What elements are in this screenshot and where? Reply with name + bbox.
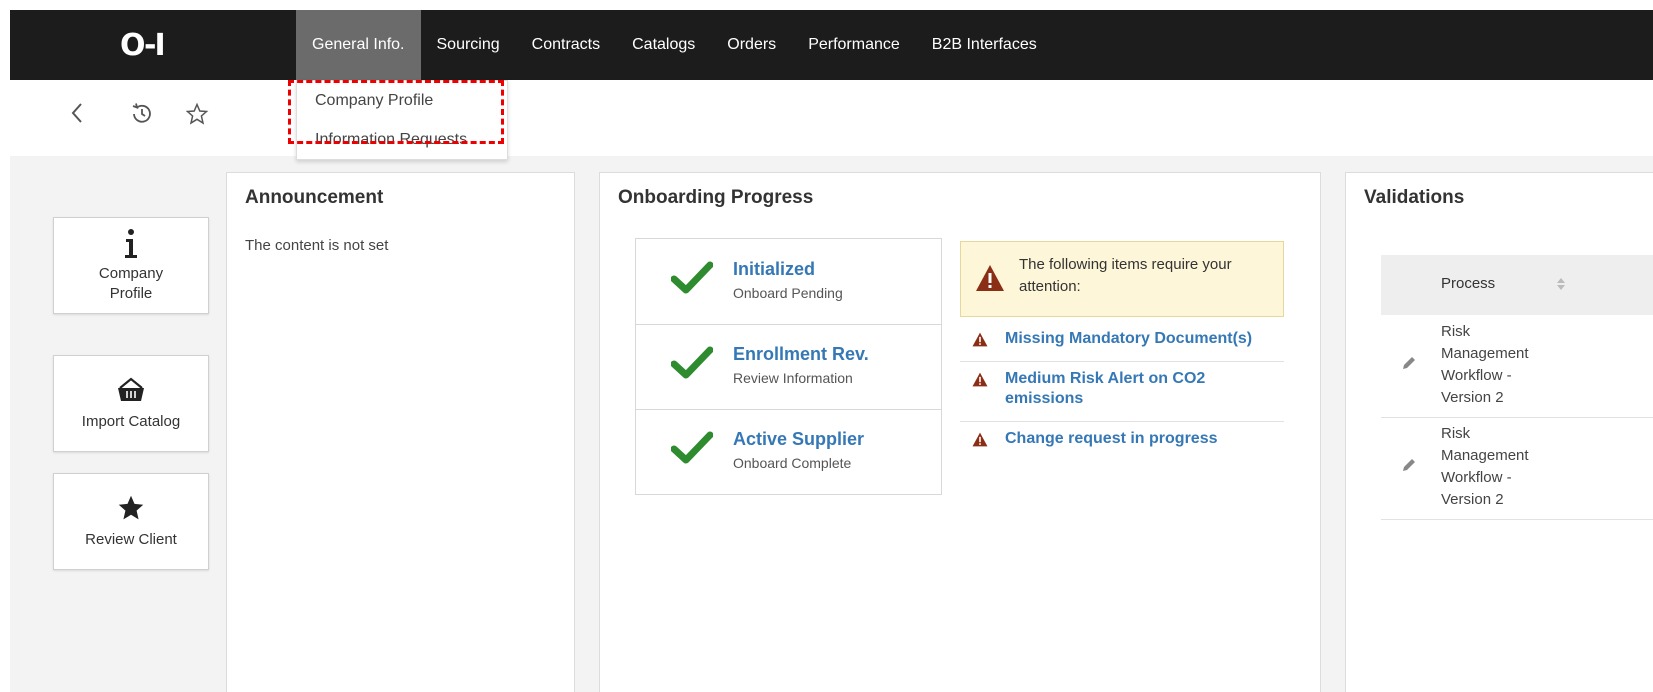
sort-icon[interactable] — [1556, 277, 1566, 294]
menu-item-company-profile[interactable]: Company Profile — [297, 81, 507, 120]
checkmark-icon — [670, 261, 714, 300]
nav-sourcing[interactable]: Sourcing — [421, 10, 516, 80]
attention-item-change-request[interactable]: Change request in progress — [960, 423, 1284, 461]
nav-general-info[interactable]: General Info. — [296, 10, 421, 80]
warning-icon — [972, 372, 988, 392]
attention-item-label[interactable]: Medium Risk Alert on CO2 emissions — [1005, 369, 1275, 409]
warning-icon — [972, 332, 988, 352]
attention-text: The following items require your attenti… — [1019, 256, 1232, 295]
step-subtitle: Onboard Complete — [733, 455, 852, 471]
history-icon[interactable] — [130, 102, 154, 133]
step-initialized: Initialized Onboard Pending — [636, 239, 941, 325]
import-catalog-tile[interactable]: Import Catalog — [53, 355, 209, 452]
step-active-supplier: Active Supplier Onboard Complete — [636, 409, 941, 494]
nav-performance[interactable]: Performance — [792, 10, 916, 80]
step-title[interactable]: Enrollment Rev. — [733, 344, 869, 365]
attention-item-label[interactable]: Change request in progress — [1005, 429, 1275, 449]
top-navigation-bar: O-I General Info. Sourcing Contracts Cat… — [10, 10, 1653, 80]
table-row[interactable]: Risk Management Workflow - Version 2 — [1381, 315, 1653, 418]
process-name: Risk Management Workflow - Version 2 — [1441, 425, 1529, 508]
general-info-dropdown: Company Profile Information Requests — [296, 80, 508, 160]
back-icon[interactable] — [70, 102, 84, 131]
main-nav: General Info. Sourcing Contracts Catalog… — [296, 10, 1053, 80]
announcement-title: Announcement — [245, 187, 384, 208]
star-icon — [54, 494, 208, 530]
step-enrollment-review: Enrollment Rev. Review Information — [636, 324, 941, 410]
process-name: Risk Management Workflow - Version 2 — [1441, 323, 1529, 406]
review-client-tile[interactable]: Review Client — [53, 473, 209, 570]
attention-item-label[interactable]: Missing Mandatory Document(s) — [1005, 329, 1275, 349]
step-title[interactable]: Initialized — [733, 259, 815, 280]
onboarding-steps: Initialized Onboard Pending Enrollment R… — [635, 238, 942, 495]
basket-icon — [54, 376, 208, 412]
column-header-process[interactable]: Process — [1441, 275, 1495, 292]
warning-icon — [975, 264, 1005, 297]
onboarding-title: Onboarding Progress — [618, 187, 814, 208]
table-header: Process — [1381, 255, 1653, 315]
info-icon — [54, 228, 208, 264]
step-subtitle: Review Information — [733, 370, 853, 386]
tile-label: Review Client — [85, 531, 177, 548]
tile-label: Company Profile — [98, 265, 164, 302]
nav-catalogs[interactable]: Catalogs — [616, 10, 711, 80]
app-frame: O-I General Info. Sourcing Contracts Cat… — [10, 10, 1653, 692]
step-subtitle: Onboard Pending — [733, 285, 843, 301]
checkmark-icon — [670, 346, 714, 385]
tile-label: Import Catalog — [81, 413, 181, 430]
pencil-icon[interactable] — [1401, 457, 1417, 478]
step-title[interactable]: Active Supplier — [733, 429, 864, 450]
pencil-icon[interactable] — [1401, 355, 1417, 376]
nav-contracts[interactable]: Contracts — [516, 10, 616, 80]
attention-alert: The following items require your attenti… — [960, 241, 1284, 317]
nav-orders[interactable]: Orders — [711, 10, 792, 80]
favorite-star-icon[interactable] — [185, 102, 209, 133]
onboarding-progress-panel: Onboarding Progress Initialized Onboard … — [599, 172, 1321, 692]
announcement-panel: Announcement The content is not set — [226, 172, 575, 692]
attention-item-missing-documents[interactable]: Missing Mandatory Document(s) — [960, 323, 1284, 362]
attention-item-co2-risk[interactable]: Medium Risk Alert on CO2 emissions — [960, 363, 1284, 422]
announcement-text: The content is not set — [245, 237, 389, 254]
secondary-toolbar — [10, 80, 1653, 156]
validations-panel: Validations Process Risk Management Work… — [1345, 172, 1653, 692]
menu-item-information-requests[interactable]: Information Requests — [297, 120, 507, 159]
validations-title: Validations — [1364, 187, 1465, 208]
table-row[interactable]: Risk Management Workflow - Version 2 — [1381, 417, 1653, 520]
checkmark-icon — [670, 431, 714, 470]
warning-icon — [972, 432, 988, 452]
company-logo[interactable]: O-I — [120, 28, 166, 63]
nav-b2b-interfaces[interactable]: B2B Interfaces — [916, 10, 1053, 80]
company-profile-tile[interactable]: Company Profile — [53, 217, 209, 314]
